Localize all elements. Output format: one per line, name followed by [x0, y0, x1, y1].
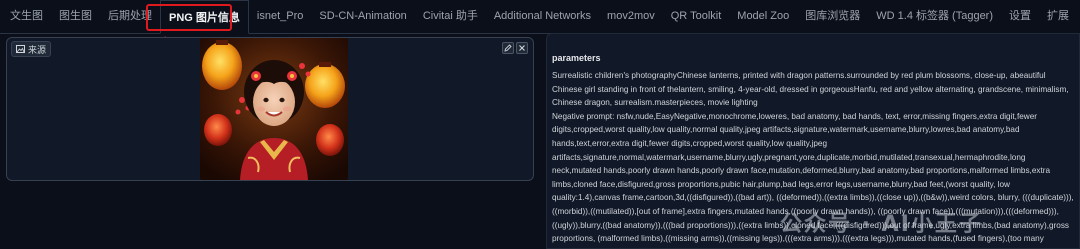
girl-lantern-photo — [200, 38, 348, 180]
source-label: 来源 — [11, 41, 52, 57]
bottom-strip — [0, 242, 546, 249]
watermark: 公众号 · AI小王子 — [780, 212, 983, 237]
clear-image-button[interactable] — [516, 42, 528, 54]
parameters-title: parameters — [552, 53, 601, 63]
edit-image-button[interactable] — [502, 42, 514, 54]
close-icon — [519, 45, 525, 51]
source-image-panel[interactable]: 来源 — [6, 37, 534, 181]
pencil-icon — [504, 44, 512, 52]
source-label-text: 来源 — [28, 44, 47, 55]
source-image — [200, 38, 348, 180]
image-icon — [16, 45, 25, 53]
